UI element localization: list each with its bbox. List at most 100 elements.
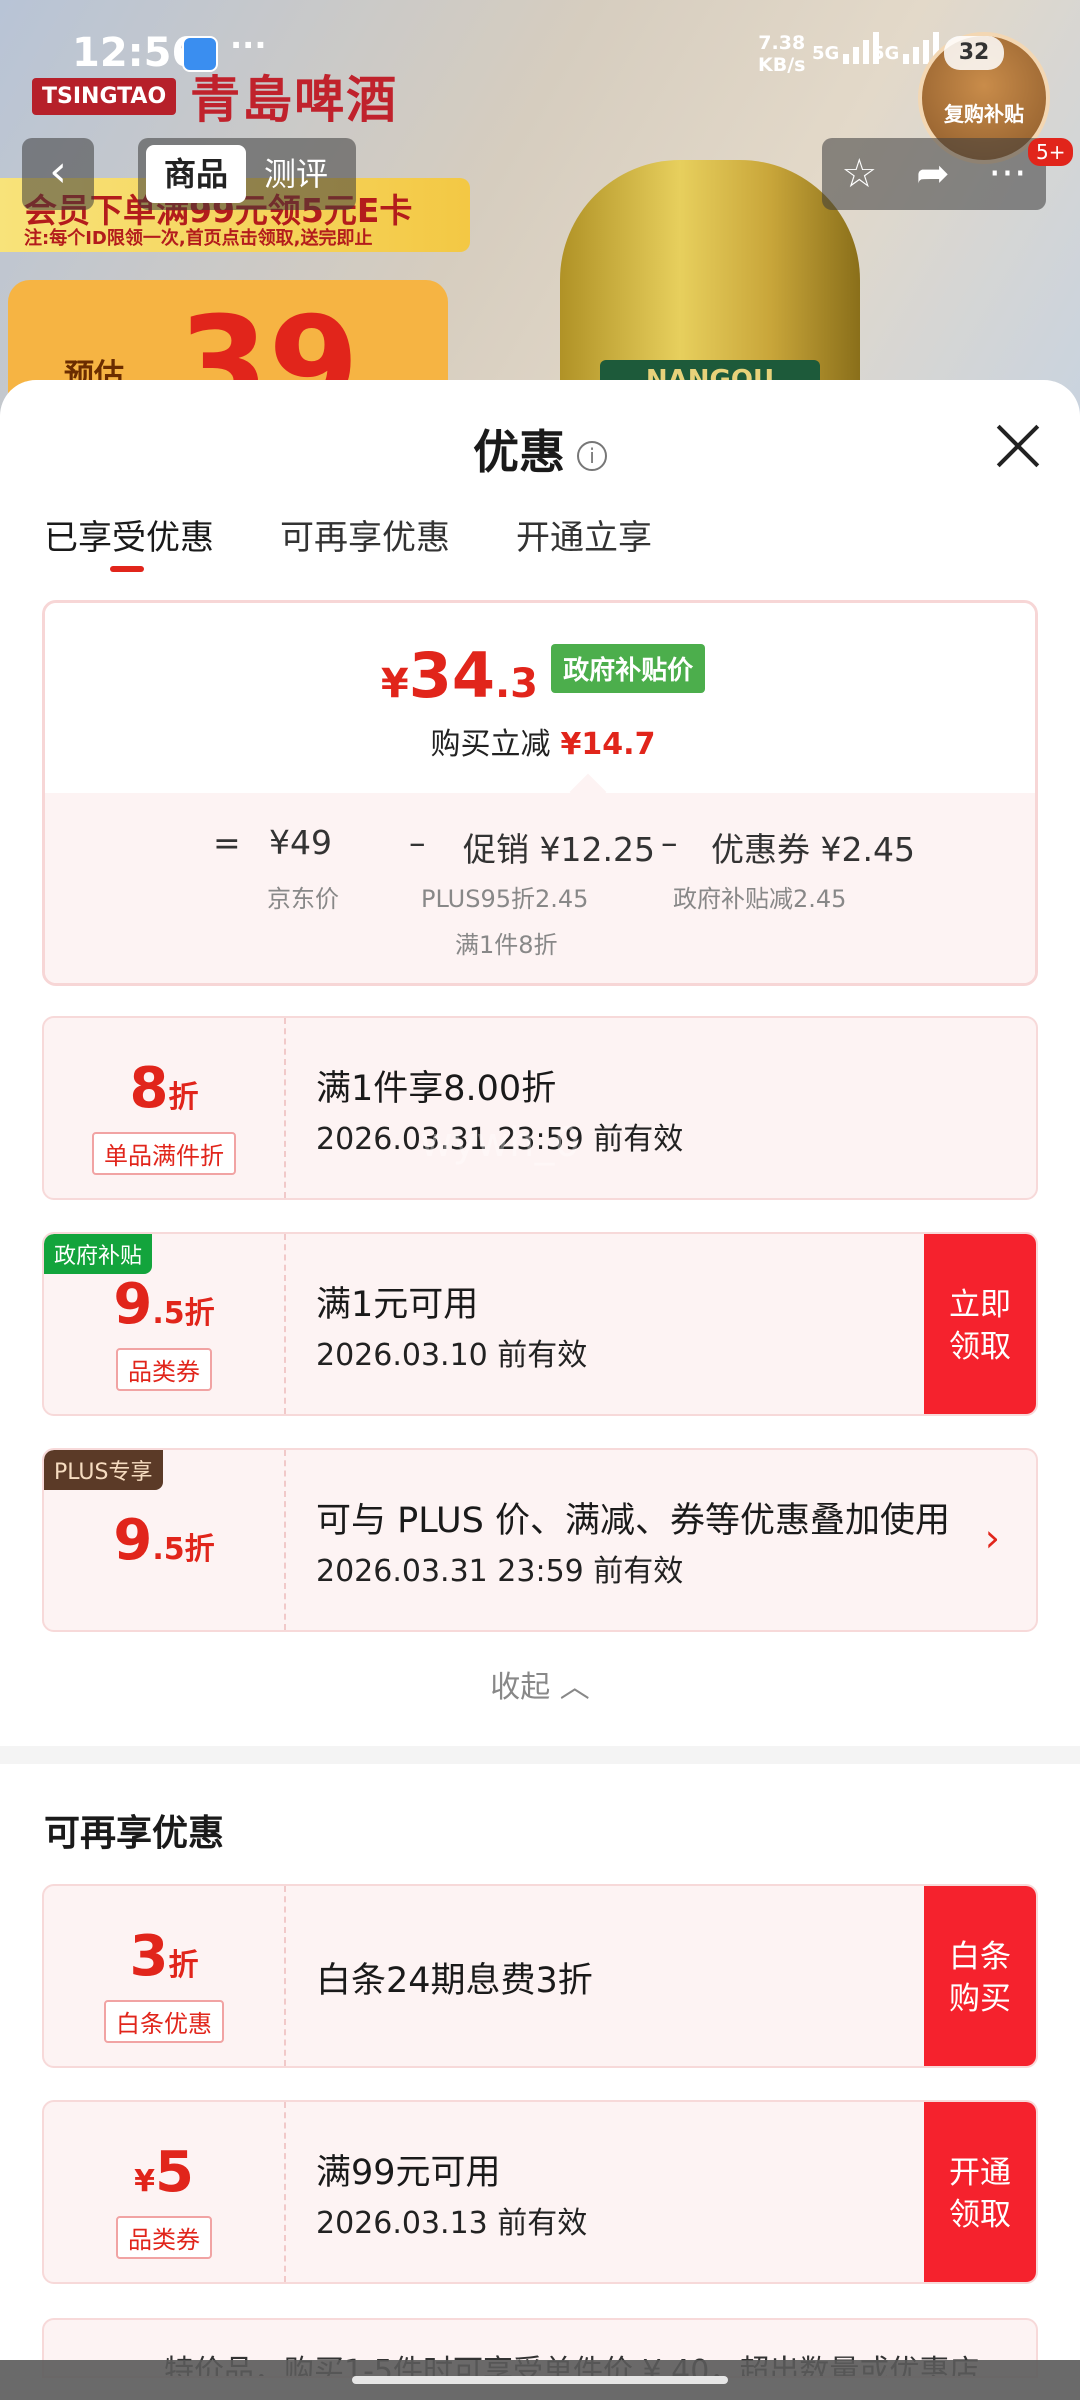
network-speed-unit: KB/s	[758, 54, 806, 76]
discount-unit: 折	[168, 1948, 199, 1983]
coupon-sub: 政府补贴减2.45	[673, 885, 847, 913]
discount-number: 5	[154, 2140, 194, 2205]
back-button[interactable]: ‹	[22, 138, 94, 210]
formula-promotion: 促销 ¥12.25	[463, 830, 655, 869]
discount-value: 9.5折	[44, 1450, 284, 1630]
gov-subsidy-price-tag: 政府补贴价	[551, 644, 706, 693]
coupon-card: ¥5 品类券 满99元可用 2026.03.13 前有效 开通 领取	[42, 2100, 1038, 2284]
discount-condition: 满1元可用	[316, 1285, 479, 1325]
home-indicator[interactable]	[352, 2376, 728, 2384]
base-price-label: 京东价	[267, 885, 339, 913]
baitiao-buy-line-1: 白条	[949, 1939, 1011, 1975]
final-price-decimal: .3	[494, 661, 539, 707]
signal-1-icon: 5G	[812, 30, 880, 64]
discount-type-label: 单品满件折	[92, 1132, 236, 1175]
promo-sub-1: PLUS95折2.45	[421, 885, 589, 913]
tab-activate-discounts[interactable]: 开通立享	[516, 510, 652, 559]
signal-1-label: 5G	[812, 43, 840, 64]
activate-claim-line-2: 领取	[949, 2197, 1011, 2233]
claim-now-line-1: 立即	[949, 1287, 1011, 1323]
watermark: wywh_0	[420, 1120, 580, 1166]
discount-number: 8	[129, 1056, 169, 1121]
discount-value: 9.5折 品类券	[44, 1234, 284, 1414]
clock: 12:56	[72, 30, 200, 76]
discount-condition: 满1件享8.00折	[316, 1069, 557, 1109]
info-icon[interactable]: i	[577, 440, 607, 471]
close-button[interactable]	[988, 416, 1048, 476]
promo-sub-2: 满1件8折	[455, 931, 558, 959]
more-icon[interactable]: ···	[988, 151, 1026, 197]
card-divider	[284, 1018, 286, 1198]
card-divider	[284, 1450, 286, 1630]
baitiao-buy-line-2: 购买	[949, 1981, 1011, 2017]
discount-tabs: 已享受优惠 可再享优惠 开通立享	[44, 510, 652, 572]
discount-type-label: 品类券	[116, 2216, 212, 2259]
more-discounts-title: 可再享优惠	[44, 1813, 225, 1854]
tab-reviews[interactable]: 测评	[246, 145, 346, 203]
formula-minus-1: –	[409, 823, 426, 862]
message-count-badge: 5+	[1028, 138, 1074, 166]
currency-prefix: ¥	[134, 2164, 155, 2199]
section-divider	[0, 1746, 1080, 1764]
formula-base-price: ¥49	[269, 823, 332, 862]
share-icon[interactable]: ➦	[916, 151, 950, 197]
activate-claim-line-1: 开通	[949, 2155, 1011, 2191]
network-speed-value: 7.38	[758, 32, 806, 54]
discount-type-label: 白条优惠	[104, 2000, 224, 2043]
repurchase-subsidy-label: 复购补贴	[944, 102, 1024, 126]
sheet-title: 优惠 i	[0, 416, 1080, 482]
discount-value: 8折 单品满件折	[44, 1018, 284, 1198]
app-notification-icon	[182, 36, 218, 72]
price-breakdown: = ¥49 – 促销 ¥12.25 – 优惠券 ¥2.45 京东价 PLUS95…	[45, 793, 1035, 983]
tab-more-discounts[interactable]: 可再享优惠	[280, 510, 450, 559]
discount-unit: .5折	[152, 1532, 215, 1567]
price-formula: = ¥49 – 促销 ¥12.25 – 优惠券 ¥2.45	[213, 823, 915, 869]
claim-now-button[interactable]: 立即 领取	[924, 1234, 1036, 1414]
activate-claim-button[interactable]: 开通 领取	[924, 2102, 1036, 2282]
discount-value: ¥5 品类券	[44, 2102, 284, 2282]
status-bar: 12:56 ··· 7.38 KB/s 5G 5G	[0, 0, 1080, 100]
discount-number: 9	[113, 1272, 153, 1337]
discount-value: 3折 白条优惠	[44, 1886, 284, 2066]
formula-equals: =	[213, 823, 241, 862]
discount-bottom-sheet: 优惠 i 已享受优惠 可再享优惠 开通立享 ¥34.3 政府补贴价 购买立减 ¥14…	[0, 380, 1080, 2400]
final-price-section: ¥34.3 政府补贴价 购买立减 ¥14.7	[45, 603, 1035, 793]
discount-card: 8折 单品满件折 满1件享8.00折 2026.03.31 23:59 前有效	[42, 1016, 1038, 1200]
discount-unit: 折	[168, 1080, 199, 1115]
collapse-button[interactable]: 收起 ︿	[0, 1662, 1080, 1706]
network-speed: 7.38 KB/s	[758, 32, 805, 76]
card-divider	[284, 2102, 286, 2282]
coupon-card: 政府补贴 9.5折 品类券 满1元可用 2026.03.10 前有效 立即 领取	[42, 1232, 1038, 1416]
discount-validity: 2026.03.31 23:59 前有效	[316, 1554, 684, 1589]
formula-minus-2: –	[661, 823, 678, 862]
baitiao-discount-card: 3折 白条优惠 白条24期息费3折 白条 购买	[42, 1884, 1038, 2068]
currency-symbol: ¥	[380, 661, 409, 707]
gesture-bar	[0, 2360, 1080, 2400]
nav-actions: ☆ ➦ ···	[822, 138, 1046, 210]
instant-saving-label: 购买立减	[430, 727, 551, 762]
favorite-star-icon[interactable]: ☆	[841, 151, 877, 197]
plus-discount-card[interactable]: PLUS专享 9.5折 可与 PLUS 价、满减、券等优惠叠加使用 2026.0…	[42, 1448, 1038, 1632]
discount-condition: 可与 PLUS 价、满减、券等优惠叠加使用	[316, 1501, 950, 1541]
card-divider	[284, 1234, 286, 1414]
card-divider	[284, 1886, 286, 2066]
instant-saving: 购买立减 ¥14.7	[45, 719, 1035, 763]
discount-number: 3	[129, 1924, 169, 1989]
discount-condition: 白条24期息费3折	[316, 1961, 593, 2001]
final-price-integer: 34	[408, 639, 495, 712]
chevron-right-icon: ›	[984, 1516, 1000, 1560]
discount-type-label: 品类券	[116, 1348, 212, 1391]
promo-line-2: 注:每个ID限领一次,首页点击领取,送完即止	[24, 228, 373, 249]
instant-saving-amount: ¥14.7	[560, 727, 656, 762]
signal-2-label: 5G	[872, 43, 900, 64]
final-price: ¥34.3 政府补贴价	[45, 639, 1035, 712]
tab-enjoyed-discounts[interactable]: 已享受优惠	[44, 510, 214, 572]
more-notifications-icon: ···	[230, 26, 267, 64]
discount-validity: 2026.03.10 前有效	[316, 1338, 588, 1373]
discount-unit: .5折	[152, 1296, 215, 1331]
baitiao-buy-button[interactable]: 白条 购买	[924, 1886, 1036, 2066]
tab-product[interactable]: 商品	[146, 145, 246, 203]
discount-number: 9	[113, 1508, 153, 1573]
sheet-title-text: 优惠	[473, 425, 565, 479]
battery-indicator: 32	[944, 36, 1004, 70]
